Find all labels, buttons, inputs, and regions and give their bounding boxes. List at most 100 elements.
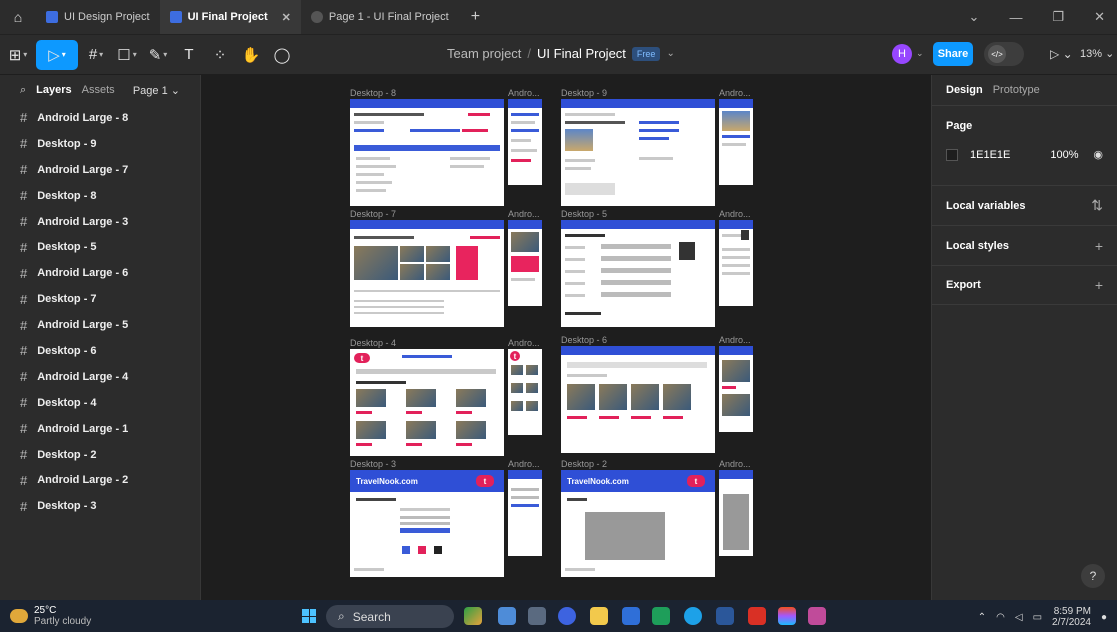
comment-tool-button[interactable]: ◯ — [269, 40, 295, 70]
frame-label[interactable]: Andro... — [508, 338, 540, 348]
task-view-icon[interactable] — [528, 607, 546, 625]
layer-item[interactable]: # Desktop - 5 — [0, 234, 200, 260]
eye-icon[interactable]: ◉ — [1093, 148, 1103, 161]
notification-icon[interactable]: ● — [1101, 612, 1107, 623]
layer-item[interactable]: # Android Large - 4 — [0, 364, 200, 390]
export-section[interactable]: Export + — [932, 265, 1117, 305]
layer-item[interactable]: # Android Large - 3 — [0, 209, 200, 235]
frame-desktop-4[interactable]: t — [350, 349, 504, 456]
frame-label[interactable]: Andro... — [719, 209, 751, 219]
shape-tool-button[interactable]: ☐ ▾ — [114, 40, 140, 70]
frame-android-large-5[interactable]: t — [508, 349, 542, 435]
layer-item[interactable]: # Desktop - 4 — [0, 390, 200, 416]
app-icon[interactable] — [808, 607, 826, 625]
chevron-up-icon[interactable]: ⌃ — [978, 612, 986, 623]
frame-label[interactable]: Desktop - 4 — [350, 338, 396, 348]
maximize-button[interactable]: ❐ — [1052, 9, 1064, 25]
layer-item[interactable]: # Android Large - 7 — [0, 157, 200, 183]
layer-item[interactable]: # Desktop - 6 — [0, 338, 200, 364]
frame-label[interactable]: Desktop - 3 — [350, 459, 396, 469]
dev-mode-toggle[interactable]: </> — [984, 42, 1024, 66]
project-title[interactable]: UI Final Project — [537, 46, 626, 61]
bg-opacity-input[interactable]: 100% — [1050, 149, 1078, 161]
frame-android-large-1[interactable] — [508, 470, 542, 556]
add-icon[interactable]: + — [1095, 238, 1103, 254]
battery-icon[interactable]: ▭ — [1033, 612, 1042, 623]
move-tool-button[interactable]: ▷ ▾ — [36, 39, 78, 70]
layer-item[interactable]: # Android Large - 5 — [0, 312, 200, 338]
frame-desktop-5[interactable] — [561, 220, 715, 327]
frame-desktop-2[interactable]: TravelNook.com t — [561, 470, 715, 577]
frame-label[interactable]: Andro... — [508, 88, 540, 98]
avatar[interactable]: H — [892, 44, 912, 64]
local-styles-section[interactable]: Local styles + — [932, 225, 1117, 265]
help-button[interactable]: ? — [1081, 564, 1105, 588]
bg-hex-input[interactable]: 1E1E1E — [970, 149, 1010, 161]
pen-tool-button[interactable]: ✎ ▾ — [145, 40, 171, 70]
chevron-down-icon[interactable]: ⌄ — [916, 48, 924, 59]
tab-layers[interactable]: Layers — [36, 84, 71, 96]
add-icon[interactable]: + — [1095, 277, 1103, 293]
home-icon[interactable]: ⌂ — [0, 9, 36, 25]
file-explorer-icon[interactable] — [590, 607, 608, 625]
layer-item[interactable]: # Desktop - 8 — [0, 183, 200, 209]
present-button[interactable]: ▷ ⌄ — [1050, 47, 1073, 61]
tab-design[interactable]: Design — [946, 84, 983, 96]
minimize-button[interactable]: — — [1009, 10, 1022, 25]
taskbar-search[interactable]: ⌕ Search — [326, 605, 454, 628]
frame-label[interactable]: Desktop - 7 — [350, 209, 396, 219]
tab-assets[interactable]: Assets — [82, 84, 115, 96]
volume-icon[interactable]: ◁ — [1015, 612, 1023, 623]
team-link[interactable]: Team project — [447, 46, 521, 61]
frame-desktop-7[interactable] — [350, 220, 504, 327]
frame-tool-button[interactable]: # ▾ — [83, 40, 109, 70]
layer-item[interactable]: # Android Large - 1 — [0, 416, 200, 442]
tab-ui-design-project[interactable]: UI Design Project — [36, 0, 160, 34]
frame-label[interactable]: Andro... — [719, 88, 751, 98]
frame-android-large-8[interactable] — [508, 99, 542, 185]
edge-browser-icon[interactable] — [684, 607, 702, 625]
close-icon[interactable]: ✕ — [282, 11, 291, 24]
chevron-down-icon[interactable]: ⌄ — [666, 48, 674, 59]
start-button[interactable] — [302, 609, 316, 623]
pdf-reader-icon[interactable] — [748, 607, 766, 625]
zoom-level[interactable]: 13% ⌄ — [1080, 47, 1114, 60]
tab-ui-final-project[interactable]: UI Final Project ✕ — [159, 0, 301, 34]
close-window-button[interactable]: ✕ — [1094, 9, 1105, 25]
canvas[interactable]: Desktop - 8 Andro... Desktop - 9 Andro..… — [202, 75, 931, 600]
tab-prototype-page[interactable]: Page 1 - UI Final Project — [301, 0, 459, 34]
share-button[interactable]: Share — [933, 42, 973, 66]
page-selector[interactable]: Page 1 ⌄ — [133, 84, 180, 97]
frame-label[interactable]: Andro... — [508, 459, 540, 469]
layer-item[interactable]: # Desktop - 9 — [0, 131, 200, 157]
frame-android-large-4[interactable] — [719, 346, 753, 432]
frame-android-large-2[interactable] — [719, 470, 753, 556]
layer-item[interactable]: # Desktop - 3 — [0, 493, 200, 519]
frame-desktop-6[interactable] — [561, 346, 715, 453]
weather-widget[interactable]: 25°C Partly cloudy — [10, 605, 91, 627]
new-tab-button[interactable]: + — [471, 8, 480, 26]
figma-icon[interactable] — [778, 607, 796, 625]
tab-prototype[interactable]: Prototype — [993, 84, 1040, 96]
layer-item[interactable]: # Android Large - 8 — [0, 105, 200, 131]
frame-label[interactable]: Desktop - 9 — [561, 88, 607, 98]
frame-label[interactable]: Desktop - 2 — [561, 459, 607, 469]
color-swatch[interactable] — [946, 148, 958, 161]
frame-desktop-9[interactable] — [561, 99, 715, 206]
frame-label[interactable]: Andro... — [719, 459, 751, 469]
layer-item[interactable]: # Desktop - 2 — [0, 442, 200, 468]
word-icon[interactable] — [716, 607, 734, 625]
local-variables-section[interactable]: Local variables ⇅ — [932, 185, 1117, 225]
main-menu-button[interactable]: ⊞ ▾ — [5, 40, 31, 70]
resources-button[interactable]: ⁘ — [207, 40, 233, 70]
frame-android-large-7[interactable] — [719, 99, 753, 185]
chat-icon[interactable] — [558, 607, 576, 625]
widgets-icon[interactable] — [498, 607, 516, 625]
frame-android-large-3[interactable] — [508, 220, 542, 306]
security-icon[interactable] — [622, 607, 640, 625]
wifi-icon[interactable]: ◠ — [996, 612, 1005, 623]
chevron-down-icon[interactable]: ⌄ — [969, 9, 980, 25]
pycharm-icon[interactable] — [652, 607, 670, 625]
frame-label[interactable]: Desktop - 6 — [561, 335, 607, 345]
layer-item[interactable]: # Desktop - 7 — [0, 286, 200, 312]
